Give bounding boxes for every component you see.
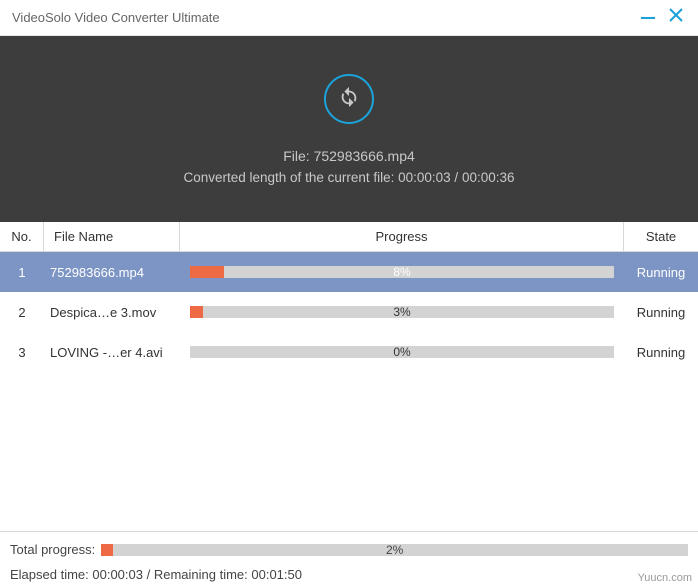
close-button[interactable] — [666, 8, 686, 28]
row-progress: 3% — [180, 306, 624, 318]
row-state: Running — [624, 265, 698, 280]
progress-bar: 8% — [190, 266, 614, 278]
row-no: 2 — [0, 305, 44, 320]
progress-spinner — [324, 74, 374, 124]
current-file-name: 752983666.mp4 — [314, 148, 415, 164]
table-row[interactable]: 3LOVING -…er 4.avi 0% Running — [0, 332, 698, 372]
row-filename: LOVING -…er 4.avi — [44, 345, 180, 360]
progress-pct: 0% — [190, 345, 614, 359]
total-progress-pct: 2% — [101, 543, 688, 557]
total-progress-bar: 2% — [101, 544, 688, 556]
progress-pct: 8% — [190, 265, 614, 279]
watermark: Yuucn.com — [638, 572, 692, 584]
total-progress-row: Total progress: 2% — [10, 542, 688, 557]
col-header-no: No. — [0, 222, 44, 251]
row-state: Running — [624, 345, 698, 360]
status-panel: File: 752983666.mp4 Converted length of … — [0, 36, 698, 222]
minimize-icon — [641, 17, 655, 19]
col-header-progress: Progress — [180, 222, 624, 251]
row-no: 3 — [0, 345, 44, 360]
col-header-state: State — [624, 222, 698, 251]
row-filename: 752983666.mp4 — [44, 265, 180, 280]
row-progress: 0% — [180, 346, 624, 358]
progress-pct: 3% — [190, 305, 614, 319]
time-line: Elapsed time: 00:00:03 / Remaining time:… — [10, 567, 688, 582]
progress-bar: 3% — [190, 306, 614, 318]
refresh-icon — [338, 86, 360, 111]
titlebar: VideoSolo Video Converter Ultimate — [0, 0, 698, 36]
minimize-button[interactable] — [638, 8, 658, 28]
app-title: VideoSolo Video Converter Ultimate — [12, 10, 630, 25]
progress-bar: 0% — [190, 346, 614, 358]
close-icon — [669, 8, 683, 27]
row-filename: Despica…e 3.mov — [44, 305, 180, 320]
table-body: 1752983666.mp4 8% Running 2Despica…e 3.mov 3… — [0, 252, 698, 531]
row-progress: 8% — [180, 266, 624, 278]
current-file-line: File: 752983666.mp4 — [283, 148, 415, 164]
file-prefix: File: — [283, 148, 313, 164]
total-progress-label: Total progress: — [10, 542, 95, 557]
row-no: 1 — [0, 265, 44, 280]
table-row[interactable]: 2Despica…e 3.mov 3% Running — [0, 292, 698, 332]
table-row[interactable]: 1752983666.mp4 8% Running — [0, 252, 698, 292]
footer: Total progress: 2% Elapsed time: 00:00:0… — [0, 531, 698, 588]
row-state: Running — [624, 305, 698, 320]
table-header: No. File Name Progress State — [0, 222, 698, 252]
col-header-filename: File Name — [44, 222, 180, 251]
converted-length-line: Converted length of the current file: 00… — [183, 170, 514, 185]
